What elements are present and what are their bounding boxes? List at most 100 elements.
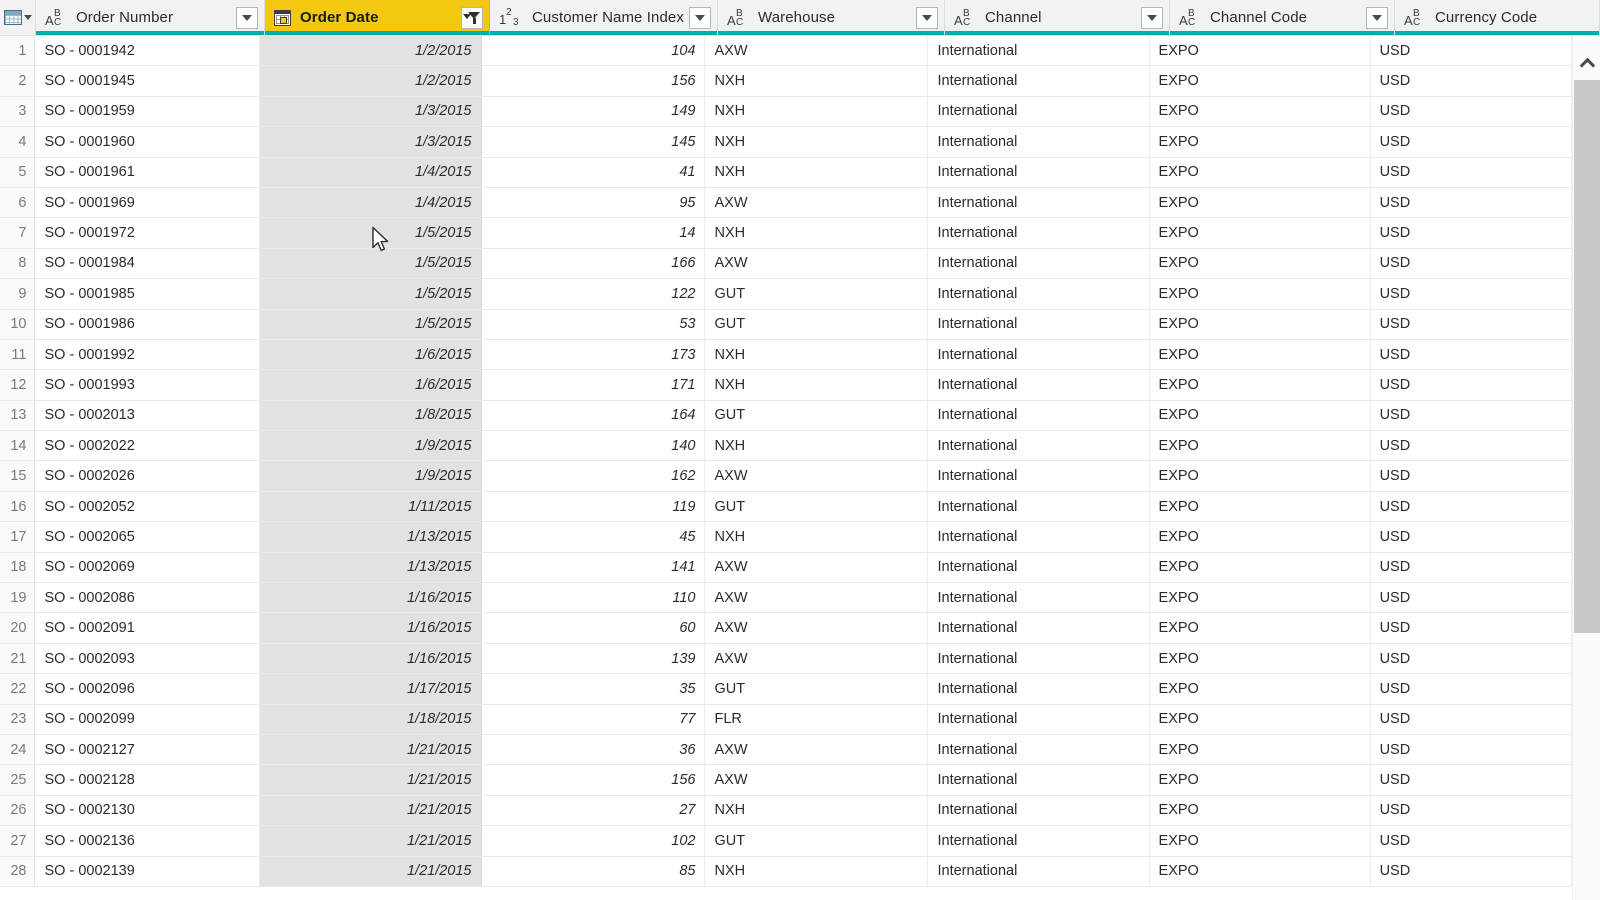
cell-customer_name_index[interactable]: 102: [482, 826, 706, 856]
cell-warehouse[interactable]: NXH: [705, 218, 929, 248]
cell-channel_code[interactable]: EXPO: [1150, 674, 1371, 704]
row-number[interactable]: 16: [0, 491, 36, 522]
table-row[interactable]: 2 SO - 0001945 1/2/2015 156 NXH International…: [0, 66, 1572, 97]
column-header-order_date[interactable]: Order Date: [265, 0, 490, 36]
cell-currency_code[interactable]: USD: [1371, 795, 1572, 826]
cell-order_number[interactable]: SO - 0001942: [35, 36, 261, 66]
cell-warehouse[interactable]: AXW: [705, 461, 929, 491]
cell-warehouse[interactable]: NXH: [705, 66, 929, 96]
cell-currency_code[interactable]: USD: [1371, 339, 1572, 370]
cell-channel[interactable]: International: [928, 431, 1150, 461]
cell-currency_code[interactable]: USD: [1371, 370, 1572, 400]
cell-channel[interactable]: International: [928, 491, 1150, 522]
row-number[interactable]: 26: [0, 795, 36, 826]
cell-channel[interactable]: International: [928, 339, 1150, 370]
cell-order_number[interactable]: SO - 0002026: [35, 461, 261, 491]
table-row[interactable]: 26 SO - 0002130 1/21/2015 27 NXH Internationa…: [0, 795, 1572, 827]
cell-currency_code[interactable]: USD: [1371, 248, 1572, 279]
cell-channel_code[interactable]: EXPO: [1150, 218, 1371, 248]
cell-channel[interactable]: International: [928, 613, 1150, 643]
cell-currency_code[interactable]: USD: [1371, 552, 1572, 583]
column-header-warehouse[interactable]: A B C Warehouse: [718, 0, 945, 36]
cell-order_number[interactable]: SO - 0001961: [35, 157, 261, 187]
row-number[interactable]: 14: [0, 431, 36, 461]
table-row[interactable]: 18 SO - 0002069 1/13/2015 141 AXW Internation…: [0, 552, 1572, 584]
cell-customer_name_index[interactable]: 140: [482, 431, 706, 461]
table-row[interactable]: 25 SO - 0002128 1/21/2015 156 AXW Internation…: [0, 765, 1572, 796]
scroll-up-button[interactable]: [1573, 50, 1600, 76]
row-number[interactable]: 13: [0, 400, 36, 431]
column-header-customer_name_index[interactable]: 1 2 3 Customer Name Index: [490, 0, 718, 36]
column-header-currency_code[interactable]: A B C Currency Code: [1395, 0, 1600, 36]
cell-currency_code[interactable]: USD: [1371, 583, 1572, 613]
cell-warehouse[interactable]: AXW: [705, 187, 929, 218]
row-number[interactable]: 8: [0, 248, 36, 279]
cell-currency_code[interactable]: USD: [1371, 613, 1572, 643]
cell-channel_code[interactable]: EXPO: [1150, 339, 1371, 370]
table-row[interactable]: 8 SO - 0001984 1/5/2015 166 AXW International…: [0, 248, 1572, 280]
table-row[interactable]: 16 SO - 0002052 1/11/2015 119 GUT Internation…: [0, 491, 1572, 523]
table-row[interactable]: 17 SO - 0002065 1/13/2015 45 NXH Internationa…: [0, 522, 1572, 553]
column-dropdown-button-warehouse[interactable]: [916, 6, 938, 29]
cell-currency_code[interactable]: USD: [1371, 643, 1572, 674]
cell-order_date[interactable]: 1/9/2015: [260, 431, 482, 461]
cell-customer_name_index[interactable]: 173: [482, 339, 706, 370]
cell-order_number[interactable]: SO - 0002013: [35, 400, 261, 431]
cell-channel_code[interactable]: EXPO: [1150, 157, 1371, 187]
cell-channel[interactable]: International: [928, 66, 1150, 96]
cell-currency_code[interactable]: USD: [1371, 491, 1572, 522]
cell-currency_code[interactable]: USD: [1371, 522, 1572, 552]
cell-channel_code[interactable]: EXPO: [1150, 96, 1371, 127]
row-number[interactable]: 11: [0, 339, 36, 370]
cell-channel[interactable]: International: [928, 248, 1150, 279]
cell-warehouse[interactable]: GUT: [705, 826, 929, 856]
cell-channel_code[interactable]: EXPO: [1150, 704, 1371, 734]
cell-customer_name_index[interactable]: 156: [482, 66, 706, 96]
cell-warehouse[interactable]: AXW: [705, 643, 929, 674]
cell-order_number[interactable]: SO - 0002130: [35, 795, 261, 826]
cell-warehouse[interactable]: GUT: [705, 400, 929, 431]
table-row[interactable]: 14 SO - 0002022 1/9/2015 140 NXH Internationa…: [0, 431, 1572, 462]
cell-warehouse[interactable]: NXH: [705, 127, 929, 157]
table-row[interactable]: 6 SO - 0001969 1/4/2015 95 AXW International E…: [0, 187, 1572, 219]
cell-channel[interactable]: International: [928, 826, 1150, 856]
cell-customer_name_index[interactable]: 77: [482, 704, 706, 734]
table-row[interactable]: 28 SO - 0002139 1/21/2015 85 NXH Internationa…: [0, 856, 1572, 887]
table-row[interactable]: 22 SO - 0002096 1/17/2015 35 GUT Internationa…: [0, 674, 1572, 705]
cell-channel_code[interactable]: EXPO: [1150, 461, 1371, 491]
cell-channel_code[interactable]: EXPO: [1150, 734, 1371, 765]
cell-order_date[interactable]: 1/21/2015: [260, 795, 482, 826]
row-number[interactable]: 12: [0, 370, 36, 400]
cell-order_date[interactable]: 1/21/2015: [260, 826, 482, 856]
cell-warehouse[interactable]: NXH: [705, 339, 929, 370]
row-number[interactable]: 22: [0, 674, 36, 704]
cell-customer_name_index[interactable]: 166: [482, 248, 706, 279]
cell-order_date[interactable]: 1/21/2015: [260, 765, 482, 795]
cell-channel_code[interactable]: EXPO: [1150, 765, 1371, 795]
cell-order_number[interactable]: SO - 0001984: [35, 248, 261, 279]
row-number[interactable]: 21: [0, 643, 36, 674]
column-header-channel[interactable]: A B C Channel: [945, 0, 1170, 36]
cell-order_date[interactable]: 1/4/2015: [260, 187, 482, 218]
table-row[interactable]: 23 SO - 0002099 1/18/2015 77 FLR Internationa…: [0, 704, 1572, 735]
cell-customer_name_index[interactable]: 156: [482, 765, 706, 795]
cell-order_date[interactable]: 1/9/2015: [260, 461, 482, 491]
table-row[interactable]: 15 SO - 0002026 1/9/2015 162 AXW Internationa…: [0, 461, 1572, 492]
cell-customer_name_index[interactable]: 104: [482, 36, 706, 66]
cell-order_date[interactable]: 1/2/2015: [260, 66, 482, 96]
vertical-scroll-thumb[interactable]: [1574, 80, 1600, 633]
cell-customer_name_index[interactable]: 145: [482, 127, 706, 157]
cell-channel[interactable]: International: [928, 583, 1150, 613]
cell-channel[interactable]: International: [928, 765, 1150, 795]
grid-body[interactable]: 1 SO - 0001942 1/2/2015 104 AXW International…: [0, 36, 1572, 900]
cell-warehouse[interactable]: AXW: [705, 583, 929, 613]
cell-customer_name_index[interactable]: 149: [482, 96, 706, 127]
table-row[interactable]: 20 SO - 0002091 1/16/2015 60 AXW Internationa…: [0, 613, 1572, 644]
cell-channel_code[interactable]: EXPO: [1150, 187, 1371, 218]
cell-channel_code[interactable]: EXPO: [1150, 309, 1371, 339]
cell-order_number[interactable]: SO - 0002128: [35, 765, 261, 795]
cell-channel_code[interactable]: EXPO: [1150, 522, 1371, 552]
cell-channel_code[interactable]: EXPO: [1150, 856, 1371, 886]
column-header-order_number[interactable]: A B C Order Number: [36, 0, 265, 36]
cell-customer_name_index[interactable]: 110: [482, 583, 706, 613]
